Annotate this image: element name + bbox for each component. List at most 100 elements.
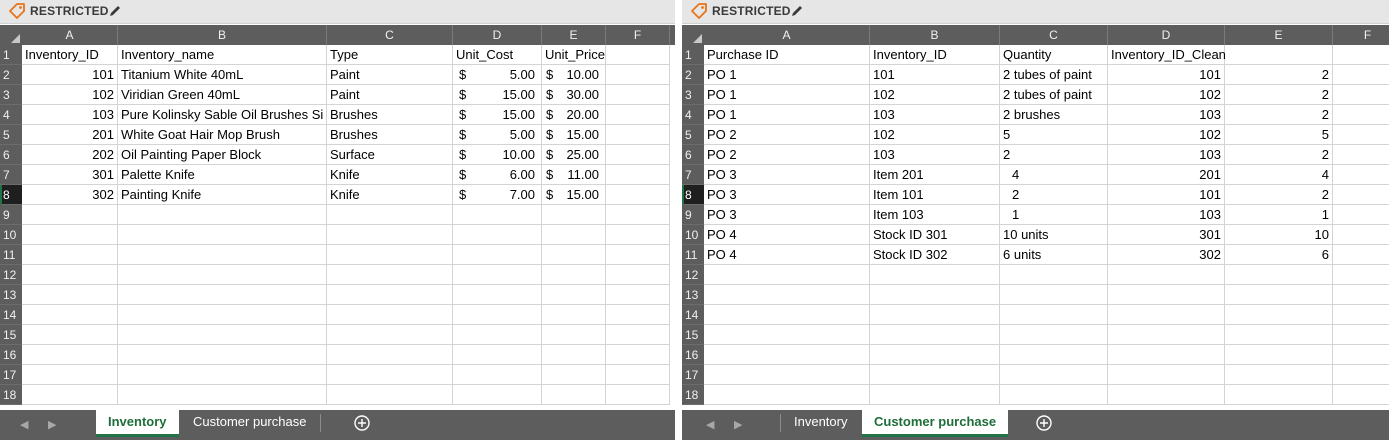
sensitivity-label-bar[interactable]: RESTRICTED <box>0 0 675 24</box>
row-header[interactable]: 17 <box>682 365 704 385</box>
cell[interactable] <box>704 345 870 365</box>
purchase-id-cell[interactable]: PO 3 <box>704 205 870 225</box>
header-cell[interactable]: Inventory_ID <box>22 45 118 65</box>
cell[interactable] <box>606 365 670 385</box>
inventory-id-clean-cell[interactable]: 101 <box>1108 65 1225 85</box>
cell[interactable] <box>1225 265 1333 285</box>
cell[interactable] <box>327 265 453 285</box>
purchase-id-cell[interactable]: PO 4 <box>704 225 870 245</box>
type-cell[interactable]: Brushes <box>327 105 453 125</box>
cell[interactable] <box>870 385 1000 405</box>
inventory-name-cell[interactable]: Pure Kolinsky Sable Oil Brushes Si <box>118 105 327 125</box>
cell[interactable] <box>606 385 670 405</box>
unit-cost-cell[interactable]: $7.00 <box>453 185 542 205</box>
row-header[interactable]: 8 <box>0 185 22 205</box>
unit-cost-cell[interactable]: $15.00 <box>453 85 542 105</box>
unit-price-cell[interactable]: $20.00 <box>542 105 606 125</box>
purchase-id-cell[interactable]: PO 1 <box>704 105 870 125</box>
cell[interactable] <box>453 385 542 405</box>
inventory-name-cell[interactable]: Palette Knife <box>118 165 327 185</box>
cell[interactable] <box>1000 305 1108 325</box>
column-header-a[interactable]: A <box>704 25 870 45</box>
unit-price-cell[interactable]: $15.00 <box>542 185 606 205</box>
row-header[interactable]: 3 <box>0 85 22 105</box>
inventory-id-clean-cell[interactable]: 102 <box>1108 125 1225 145</box>
row-header[interactable]: 13 <box>0 285 22 305</box>
cell[interactable] <box>327 345 453 365</box>
row-header[interactable]: 15 <box>0 325 22 345</box>
select-all-icon[interactable] <box>0 25 22 45</box>
row-header[interactable]: 17 <box>0 365 22 385</box>
unit-cost-cell[interactable]: $5.00 <box>453 65 542 85</box>
inventory-id-cell[interactable]: 101 <box>22 65 118 85</box>
cell[interactable] <box>1333 325 1389 345</box>
cell[interactable] <box>606 65 670 85</box>
inventory-id-clean-cell[interactable]: 302 <box>1108 245 1225 265</box>
nav-left-icon[interactable]: ◀ <box>20 418 28 431</box>
cell[interactable] <box>1333 125 1389 145</box>
cell[interactable] <box>542 385 606 405</box>
inventory-id-cell[interactable]: 102 <box>870 125 1000 145</box>
cell[interactable] <box>1108 385 1225 405</box>
cell[interactable] <box>1333 65 1389 85</box>
type-cell[interactable]: Paint <box>327 85 453 105</box>
cell[interactable] <box>1108 365 1225 385</box>
purchase-id-cell[interactable]: PO 1 <box>704 65 870 85</box>
cell[interactable] <box>118 205 327 225</box>
cell[interactable] <box>542 325 606 345</box>
cell[interactable] <box>1333 305 1389 325</box>
cell[interactable] <box>1225 345 1333 365</box>
cell[interactable] <box>1333 105 1389 125</box>
inventory-id-clean-cell[interactable]: 102 <box>1108 85 1225 105</box>
purchase-id-cell[interactable]: PO 3 <box>704 185 870 205</box>
cell[interactable] <box>327 205 453 225</box>
cell[interactable] <box>22 285 118 305</box>
row-header[interactable]: 10 <box>682 225 704 245</box>
cell[interactable] <box>704 285 870 305</box>
unit-price-cell[interactable]: $25.00 <box>542 145 606 165</box>
cell[interactable] <box>22 225 118 245</box>
purchase-id-cell[interactable]: PO 1 <box>704 85 870 105</box>
inventory-id-cell[interactable]: Item 101 <box>870 185 1000 205</box>
type-cell[interactable]: Paint <box>327 65 453 85</box>
cell[interactable] <box>542 365 606 385</box>
cell[interactable] <box>453 345 542 365</box>
quantity-clean-cell[interactable]: 6 <box>1225 245 1333 265</box>
tab-customer-purchase[interactable]: Customer purchase <box>862 410 1009 437</box>
cell[interactable] <box>704 265 870 285</box>
tab-customer-purchase[interactable]: Customer purchase <box>181 410 318 435</box>
unit-price-cell[interactable]: $30.00 <box>542 85 606 105</box>
cell[interactable] <box>1333 385 1389 405</box>
inventory-name-cell[interactable]: Painting Knife <box>118 185 327 205</box>
unit-price-cell[interactable]: $15.00 <box>542 125 606 145</box>
add-sheet-icon[interactable] <box>354 415 370 431</box>
cell[interactable] <box>1225 385 1333 405</box>
cell[interactable] <box>606 45 670 65</box>
row-header[interactable]: 1 <box>682 45 704 65</box>
quantity-clean-cell[interactable]: 2 <box>1225 65 1333 85</box>
cell[interactable] <box>22 265 118 285</box>
inventory-id-clean-cell[interactable]: 103 <box>1108 205 1225 225</box>
row-header[interactable]: 7 <box>682 165 704 185</box>
column-header-e[interactable]: E <box>542 25 606 45</box>
cell[interactable] <box>870 325 1000 345</box>
column-header-c[interactable]: C <box>1000 25 1108 45</box>
quantity-clean-cell[interactable]: 2 <box>1225 145 1333 165</box>
cell[interactable] <box>606 185 670 205</box>
cell[interactable] <box>118 265 327 285</box>
row-header[interactable]: 5 <box>682 125 704 145</box>
cell[interactable] <box>1225 365 1333 385</box>
cell[interactable] <box>327 365 453 385</box>
column-header-b[interactable]: B <box>870 25 1000 45</box>
row-header[interactable]: 15 <box>682 325 704 345</box>
inventory-id-clean-cell[interactable]: 103 <box>1108 145 1225 165</box>
cell[interactable] <box>542 285 606 305</box>
cell[interactable] <box>1000 365 1108 385</box>
cell[interactable] <box>118 345 327 365</box>
header-cell[interactable]: Unit_Price <box>542 45 606 65</box>
inventory-id-cell[interactable]: 103 <box>870 145 1000 165</box>
inventory-name-cell[interactable]: Viridian Green 40mL <box>118 85 327 105</box>
row-header[interactable]: 2 <box>682 65 704 85</box>
cell[interactable] <box>118 365 327 385</box>
purchase-id-cell[interactable]: PO 2 <box>704 145 870 165</box>
